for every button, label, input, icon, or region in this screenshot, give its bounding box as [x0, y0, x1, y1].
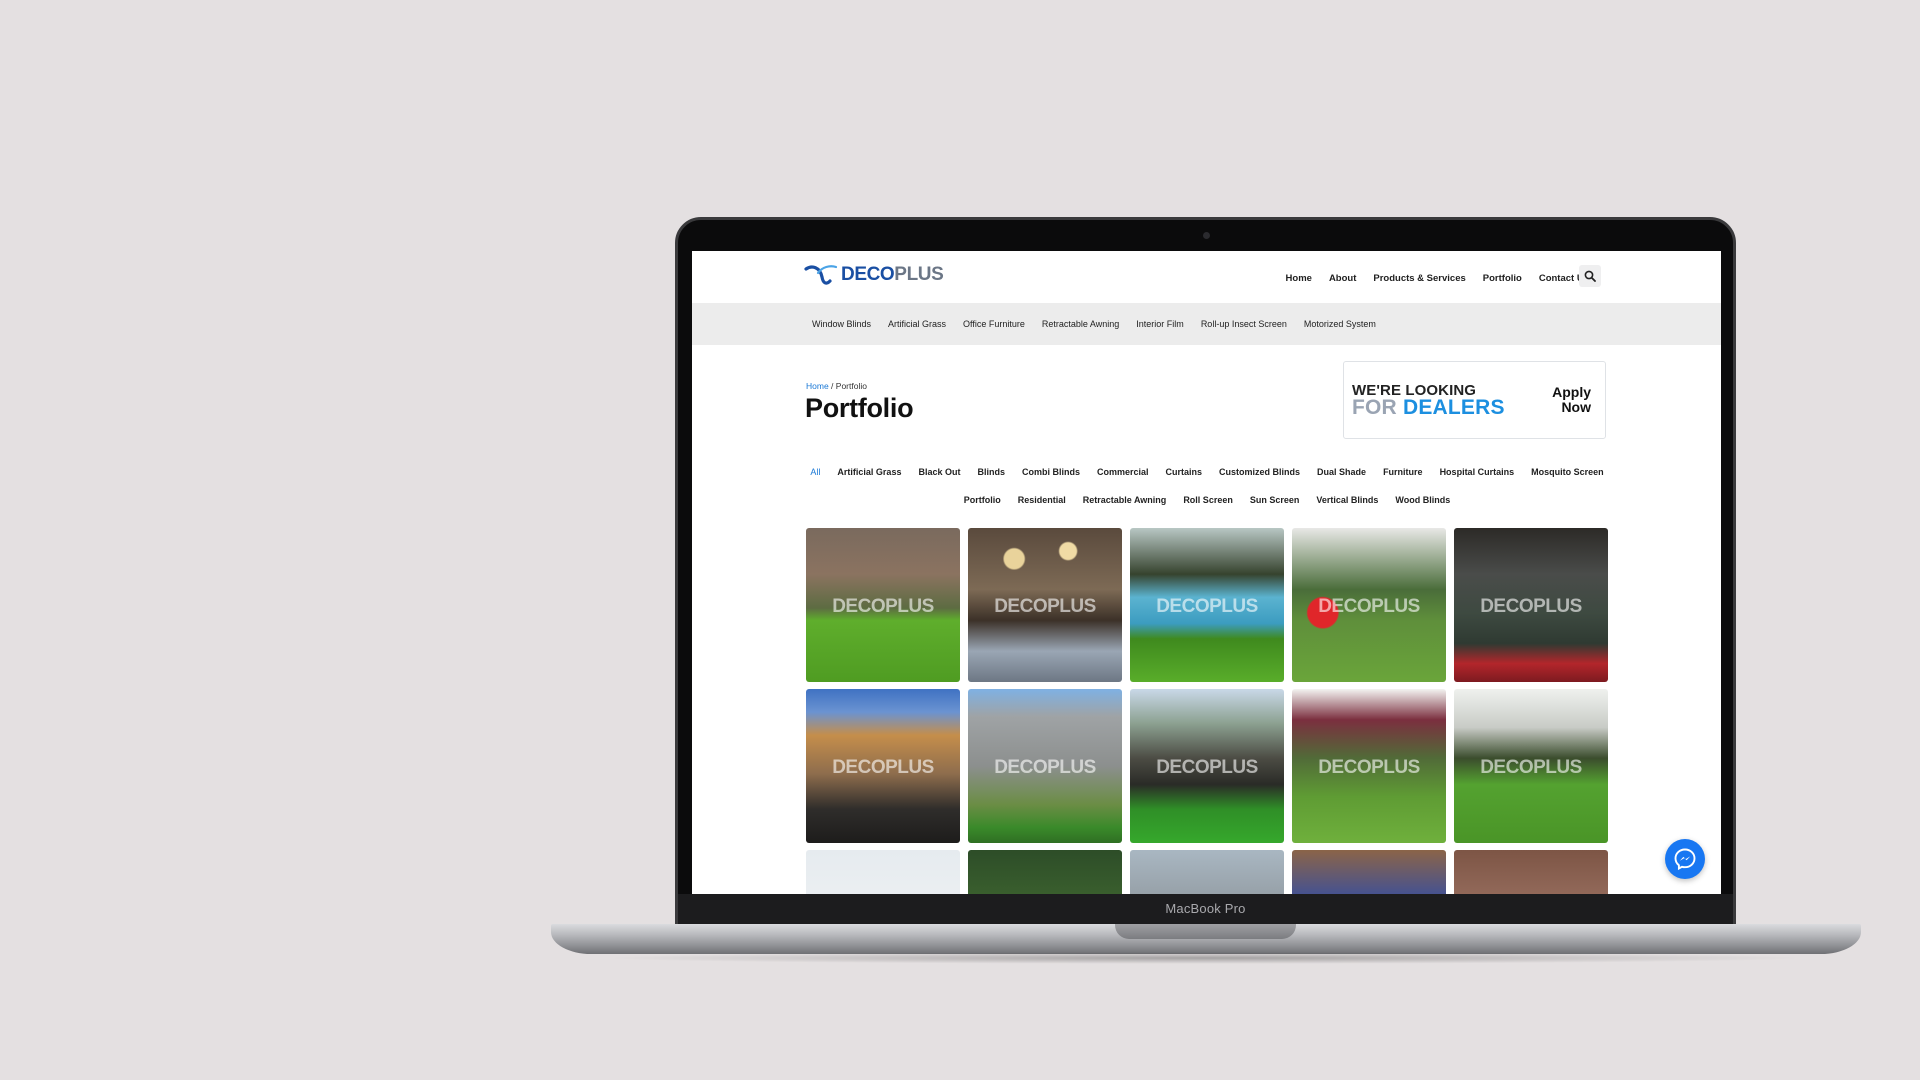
filter-retractable-awning[interactable]: Retractable Awning: [1083, 495, 1167, 505]
watermark: DECOPLUS: [1156, 757, 1258, 778]
dealer-banner[interactable]: WE'RE LOOKING FOR DEALERS Apply Now: [1343, 361, 1606, 439]
browser-screen: DECOPLUS Home About Products & Services …: [692, 251, 1721, 894]
watermark: DECOPLUS: [994, 757, 1096, 778]
site-logo[interactable]: DECOPLUS: [804, 263, 944, 287]
watermark: DECOPLUS: [1156, 596, 1258, 617]
gallery-tile[interactable]: DECOPLUS: [1130, 528, 1284, 682]
breadcrumb: Home / Portfolio: [806, 381, 867, 391]
filter-curtains[interactable]: Curtains: [1166, 467, 1203, 477]
gallery-tile[interactable]: [968, 850, 1122, 894]
messenger-icon: [1674, 848, 1696, 871]
subnav-motorized-system[interactable]: Motorized System: [1304, 319, 1376, 329]
search-button[interactable]: [1579, 265, 1601, 287]
filter-furniture[interactable]: Furniture: [1383, 467, 1423, 477]
logo-swoosh-icon: [804, 265, 838, 285]
gallery-tile[interactable]: DECOPLUS: [968, 689, 1122, 843]
gallery-tile[interactable]: [1454, 850, 1608, 894]
portfolio-filters-row1: All Artificial Grass Black Out Blinds Co…: [772, 467, 1642, 477]
filter-blinds[interactable]: Blinds: [977, 467, 1005, 477]
gallery-tile[interactable]: [806, 850, 960, 894]
subnav-window-blinds[interactable]: Window Blinds: [812, 319, 871, 329]
breadcrumb-current: Portfolio: [835, 381, 867, 391]
gallery-tile[interactable]: DECOPLUS: [1292, 528, 1446, 682]
filter-artificial-grass[interactable]: Artificial Grass: [837, 467, 901, 477]
watermark: DECOPLUS: [1318, 596, 1420, 617]
nav-portfolio[interactable]: Portfolio: [1483, 273, 1522, 284]
filter-dual-shade[interactable]: Dual Shade: [1317, 467, 1366, 477]
watermark: DECOPLUS: [1480, 757, 1582, 778]
gallery-tile[interactable]: DECOPLUS: [968, 528, 1122, 682]
nav-about[interactable]: About: [1329, 273, 1356, 284]
category-nav: Window Blinds Artificial Grass Office Fu…: [812, 319, 1376, 329]
filter-mosquito-screen[interactable]: Mosquito Screen: [1531, 467, 1604, 477]
main-nav: Home About Products & Services Portfolio…: [1286, 273, 1589, 284]
gallery-tile[interactable]: DECOPLUS: [1292, 689, 1446, 843]
watermark: DECOPLUS: [1318, 757, 1420, 778]
filter-hospital-curtains[interactable]: Hospital Curtains: [1440, 467, 1515, 477]
page-title: Portfolio: [805, 393, 914, 423]
gallery-tile[interactable]: [1292, 850, 1446, 894]
filter-combi-blinds[interactable]: Combi Blinds: [1022, 467, 1080, 477]
subnav-interior-film[interactable]: Interior Film: [1136, 319, 1184, 329]
messenger-chat-button[interactable]: [1665, 839, 1705, 879]
search-icon: [1584, 270, 1596, 282]
watermark: DECOPLUS: [994, 596, 1096, 617]
gallery-tile[interactable]: DECOPLUS: [1454, 528, 1608, 682]
category-bar: Window Blinds Artificial Grass Office Fu…: [692, 303, 1721, 345]
filter-residential[interactable]: Residential: [1018, 495, 1066, 505]
device-label: MacBook Pro: [1165, 901, 1246, 916]
nav-products-services[interactable]: Products & Services: [1373, 273, 1465, 284]
breadcrumb-home[interactable]: Home: [806, 381, 829, 391]
apply-now-button[interactable]: Apply Now: [1552, 385, 1591, 415]
laptop-shadow: [600, 952, 1810, 964]
site-header: DECOPLUS Home About Products & Services …: [692, 251, 1721, 303]
portfolio-gallery: DECOPLUS DECOPLUS DECOPLUS DECOPLUS DECO…: [806, 528, 1608, 894]
watermark: DECOPLUS: [832, 596, 934, 617]
laptop-chin: MacBook Pro: [678, 894, 1733, 924]
portfolio-filters-row2: Portfolio Residential Retractable Awning…: [772, 495, 1642, 505]
watermark: DECOPLUS: [1480, 596, 1582, 617]
filter-wood-blinds[interactable]: Wood Blinds: [1395, 495, 1450, 505]
gallery-tile[interactable]: DECOPLUS: [1130, 689, 1284, 843]
gallery-tile[interactable]: DECOPLUS: [1454, 689, 1608, 843]
dealer-line2: FOR DEALERS: [1352, 396, 1505, 419]
watermark: DECOPLUS: [832, 757, 934, 778]
camera-icon: [1203, 232, 1210, 239]
subnav-roll-up-insect-screen[interactable]: Roll-up Insect Screen: [1201, 319, 1287, 329]
laptop-notch: [1115, 924, 1296, 939]
logo-text: DECOPLUS: [841, 264, 944, 285]
gallery-tile[interactable]: DECOPLUS: [806, 528, 960, 682]
filter-roll-screen[interactable]: Roll Screen: [1183, 495, 1233, 505]
gallery-tile[interactable]: DECOPLUS: [806, 689, 960, 843]
filter-sun-screen[interactable]: Sun Screen: [1250, 495, 1300, 505]
filter-black-out[interactable]: Black Out: [918, 467, 960, 477]
filter-all[interactable]: All: [810, 467, 820, 477]
filter-customized-blinds[interactable]: Customized Blinds: [1219, 467, 1300, 477]
subnav-artificial-grass[interactable]: Artificial Grass: [888, 319, 946, 329]
filter-commercial[interactable]: Commercial: [1097, 467, 1149, 477]
filter-portfolio[interactable]: Portfolio: [964, 495, 1001, 505]
nav-home[interactable]: Home: [1286, 273, 1312, 284]
gallery-tile[interactable]: [1130, 850, 1284, 894]
filter-vertical-blinds[interactable]: Vertical Blinds: [1316, 495, 1378, 505]
subnav-office-furniture[interactable]: Office Furniture: [963, 319, 1025, 329]
subnav-retractable-awning[interactable]: Retractable Awning: [1042, 319, 1119, 329]
